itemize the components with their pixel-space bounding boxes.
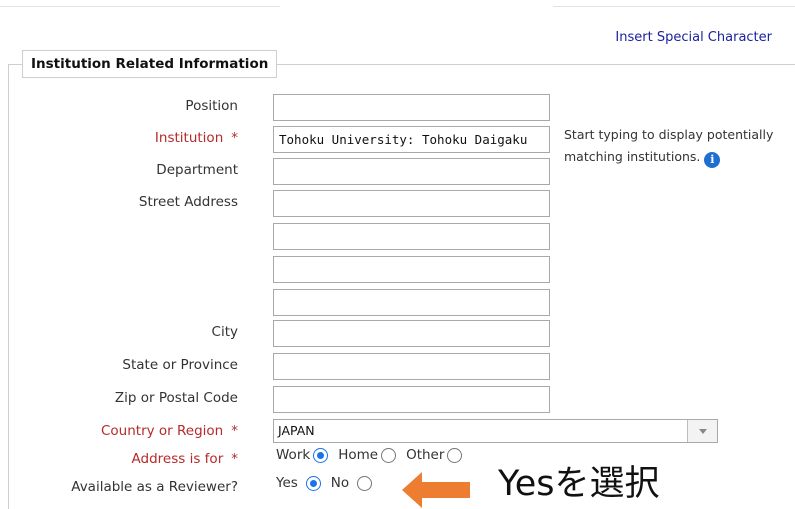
address-is-for-label: Address is for * — [131, 451, 238, 467]
zip-input[interactable] — [273, 386, 550, 413]
country-selected-value: JAPAN — [278, 423, 315, 438]
position-input[interactable] — [273, 94, 550, 121]
institution-label: Institution * — [154, 130, 238, 146]
country-select[interactable]: JAPAN — [273, 419, 718, 443]
state-label: State or Province — [122, 357, 238, 373]
position-label: Position — [185, 98, 238, 114]
radio-yes-label: Yes — [276, 475, 298, 491]
radio-yes[interactable] — [305, 475, 321, 491]
institution-hint: Start typing to display potentially matc… — [564, 127, 774, 168]
state-input[interactable] — [273, 353, 550, 380]
info-icon[interactable]: i — [704, 152, 721, 168]
street-address-label: Street Address — [138, 194, 238, 210]
radio-other[interactable] — [447, 447, 463, 463]
reviewer-label: Available as a Reviewer? — [71, 479, 238, 495]
section-legend: Institution Related Information — [22, 50, 278, 78]
top-divider-right — [553, 6, 795, 7]
address-type-radio-group: Work Home Other — [276, 447, 472, 463]
radio-home[interactable] — [381, 447, 397, 463]
institution-input[interactable] — [273, 126, 550, 153]
required-marker: * — [231, 130, 238, 146]
department-label: Department — [156, 162, 238, 178]
street-address-line4-input[interactable] — [273, 289, 550, 316]
city-input[interactable] — [273, 320, 550, 347]
radio-home-label: Home — [338, 447, 379, 463]
insert-special-character-link[interactable]: Insert Special Character — [615, 30, 772, 45]
top-divider-left — [0, 6, 280, 7]
zip-label: Zip or Postal Code — [114, 390, 238, 406]
required-marker: * — [231, 451, 238, 467]
reviewer-radio-group: Yes No — [276, 475, 382, 491]
street-address-line1-input[interactable] — [273, 190, 550, 217]
dropdown-arrow-icon[interactable] — [687, 420, 717, 442]
country-label: Country or Region * — [101, 423, 238, 439]
radio-no[interactable] — [357, 475, 373, 491]
street-address-line3-input[interactable] — [273, 256, 550, 283]
annotation-callout: Yesを選択 — [498, 464, 660, 504]
radio-other-label: Other — [406, 447, 445, 463]
radio-no-label: No — [330, 475, 350, 491]
radio-work-label: Work — [276, 447, 311, 463]
department-input[interactable] — [273, 158, 550, 185]
left-arrow-icon — [402, 472, 470, 508]
radio-work[interactable] — [313, 447, 329, 463]
street-address-line2-input[interactable] — [273, 223, 550, 250]
required-marker: * — [231, 423, 238, 439]
city-label: City — [211, 324, 238, 340]
